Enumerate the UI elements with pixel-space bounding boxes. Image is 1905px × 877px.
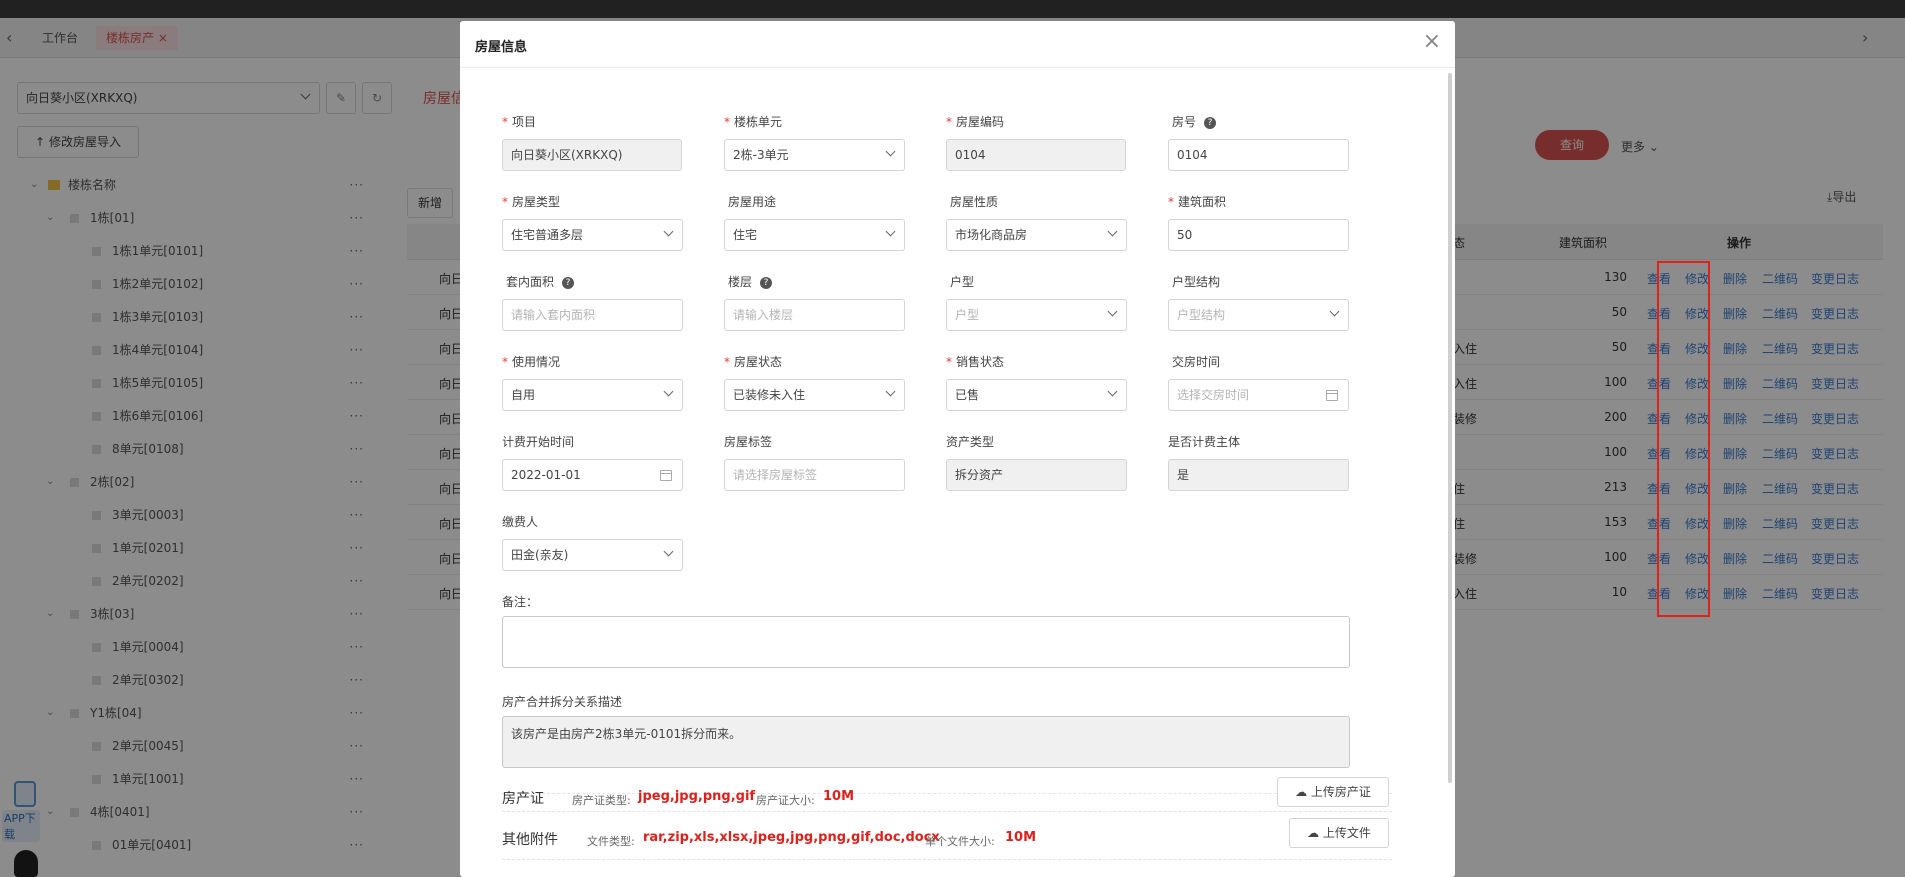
bill-start-date-input[interactable]: 2022-01-01 [502,459,683,491]
cert-size: 10M [823,789,855,804]
house-type-label: * 房屋类型 [502,195,561,209]
chevron-down-icon [1107,226,1118,237]
remark-textarea[interactable] [502,616,1350,668]
code-field[interactable]: 0104 [946,139,1126,171]
remark-label: 备注： [502,595,539,609]
layout-label: 户型 [950,275,975,289]
usage-label: 房屋用途 [728,195,777,209]
attach-title: 其他附件 [502,832,558,848]
cert-divider [502,793,1392,794]
chevron-down-icon [885,226,896,237]
cloud-upload-icon: ☁ [1295,785,1308,799]
handover-date-input[interactable]: 选择交房时间 [1168,379,1349,411]
attach-size: 10M [1005,830,1037,845]
room-no-input[interactable]: 0104 [1168,139,1349,171]
attach-type-label: 文件类型: [587,835,635,848]
house-type-select[interactable]: 住宅普通多层 [502,219,683,251]
upload-cert-label: 上传房产证 [1310,785,1371,799]
cert-size-label: 房产证大小: [756,794,815,807]
attach-divider-top [502,811,1392,812]
structure-select[interactable]: 户型结构 [1168,299,1349,331]
cert-title: 房产证 [502,791,544,807]
modal-title: 房屋信息 [475,40,528,55]
floor-input[interactable]: 请输入楼层 [724,299,905,331]
nature-label: 房屋性质 [950,195,999,209]
merge-textarea[interactable]: 该房产是由房产2栋3单元-0101拆分而来。 [502,716,1350,768]
help-icon: ? [1204,116,1217,129]
title-divider [460,67,1455,68]
project-field[interactable]: 向日葵小区(XRKXQ) [502,139,682,171]
attach-types: rar,zip,xls,xlsx,jpeg,jpg,png,gif,doc,do… [643,830,940,845]
bill-subject-field[interactable]: 是 [1168,459,1349,491]
use-status-label: * 使用情况 [502,355,561,369]
floor-label: 楼层? [724,273,773,291]
merge-label: 房产合并拆分关系描述 [502,695,623,709]
layout-select[interactable]: 户型 [946,299,1127,331]
chevron-down-icon [885,146,896,157]
use-status-select[interactable]: 自用 [502,379,683,411]
room-no-label: 房号? [1168,113,1217,131]
chevron-down-icon [663,226,674,237]
highlight-edit-column [1657,261,1710,617]
bill-start-label: 计费开始时间 [502,435,575,449]
nature-select[interactable]: 市场化商品房 [946,219,1127,251]
house-status-select[interactable]: 已装修未入住 [724,379,905,411]
chevron-down-icon [1107,386,1118,397]
usage-select[interactable]: 住宅 [724,219,905,251]
chevron-down-icon [1107,306,1118,317]
house-status-label: * 房屋状态 [724,355,783,369]
handover-label: 交房时间 [1172,355,1221,369]
modal-scrollbar[interactable] [1448,73,1452,783]
close-icon[interactable]: × [1423,31,1441,53]
tags-label: 房屋标签 [724,435,773,449]
chevron-down-icon [663,546,674,557]
build-area-label: * 建筑面积 [1168,195,1227,209]
calendar-icon [660,470,672,481]
house-info-modal: 房屋信息 × * 项目 向日葵小区(XRKXQ) * 楼栋单元 2栋-3单元 * 房屋… [460,21,1455,877]
help-icon: ? [562,276,575,289]
unit-select[interactable]: 2栋-3单元 [724,139,905,171]
structure-label: 户型结构 [1172,275,1221,289]
upload-file-button[interactable]: ☁ 上传文件 [1289,818,1389,848]
project-label: * 项目 [502,115,537,129]
build-area-input[interactable]: 50 [1168,219,1349,251]
attach-size-label: 单个文件大小: [925,835,995,848]
upload-file-label: 上传文件 [1322,826,1371,840]
inner-area-label: 套内面积? [502,273,575,291]
cert-type-label: 房产证类型: [572,794,631,807]
sale-status-select[interactable]: 已售 [946,379,1127,411]
upload-cert-button[interactable]: ☁ 上传房产证 [1277,777,1389,807]
cloud-upload-icon: ☁ [1307,826,1320,840]
chevron-down-icon [885,386,896,397]
asset-type-field[interactable]: 拆分资产 [946,459,1127,491]
help-icon: ? [760,276,773,289]
cert-types: jpeg,jpg,png,gif [638,789,756,804]
attach-divider-bottom [502,859,1392,860]
merge-text: 该房产是由房产2栋3单元-0101拆分而来。 [511,727,742,741]
inner-area-input[interactable]: 请输入套内面积 [502,299,683,331]
calendar-icon [1326,390,1338,401]
sale-status-label: * 销售状态 [946,355,1005,369]
bill-subject-label: 是否计费主体 [1168,435,1241,449]
unit-label: * 楼栋单元 [724,115,783,129]
chevron-down-icon [1329,306,1340,317]
payer-select[interactable]: 田金(亲友) [502,539,683,571]
asset-type-label: 资产类型 [946,435,995,449]
chevron-down-icon [663,386,674,397]
code-label: * 房屋编码 [946,115,1005,129]
tags-select[interactable]: 请选择房屋标签 [724,459,905,491]
payer-label: 缴费人 [502,515,539,529]
